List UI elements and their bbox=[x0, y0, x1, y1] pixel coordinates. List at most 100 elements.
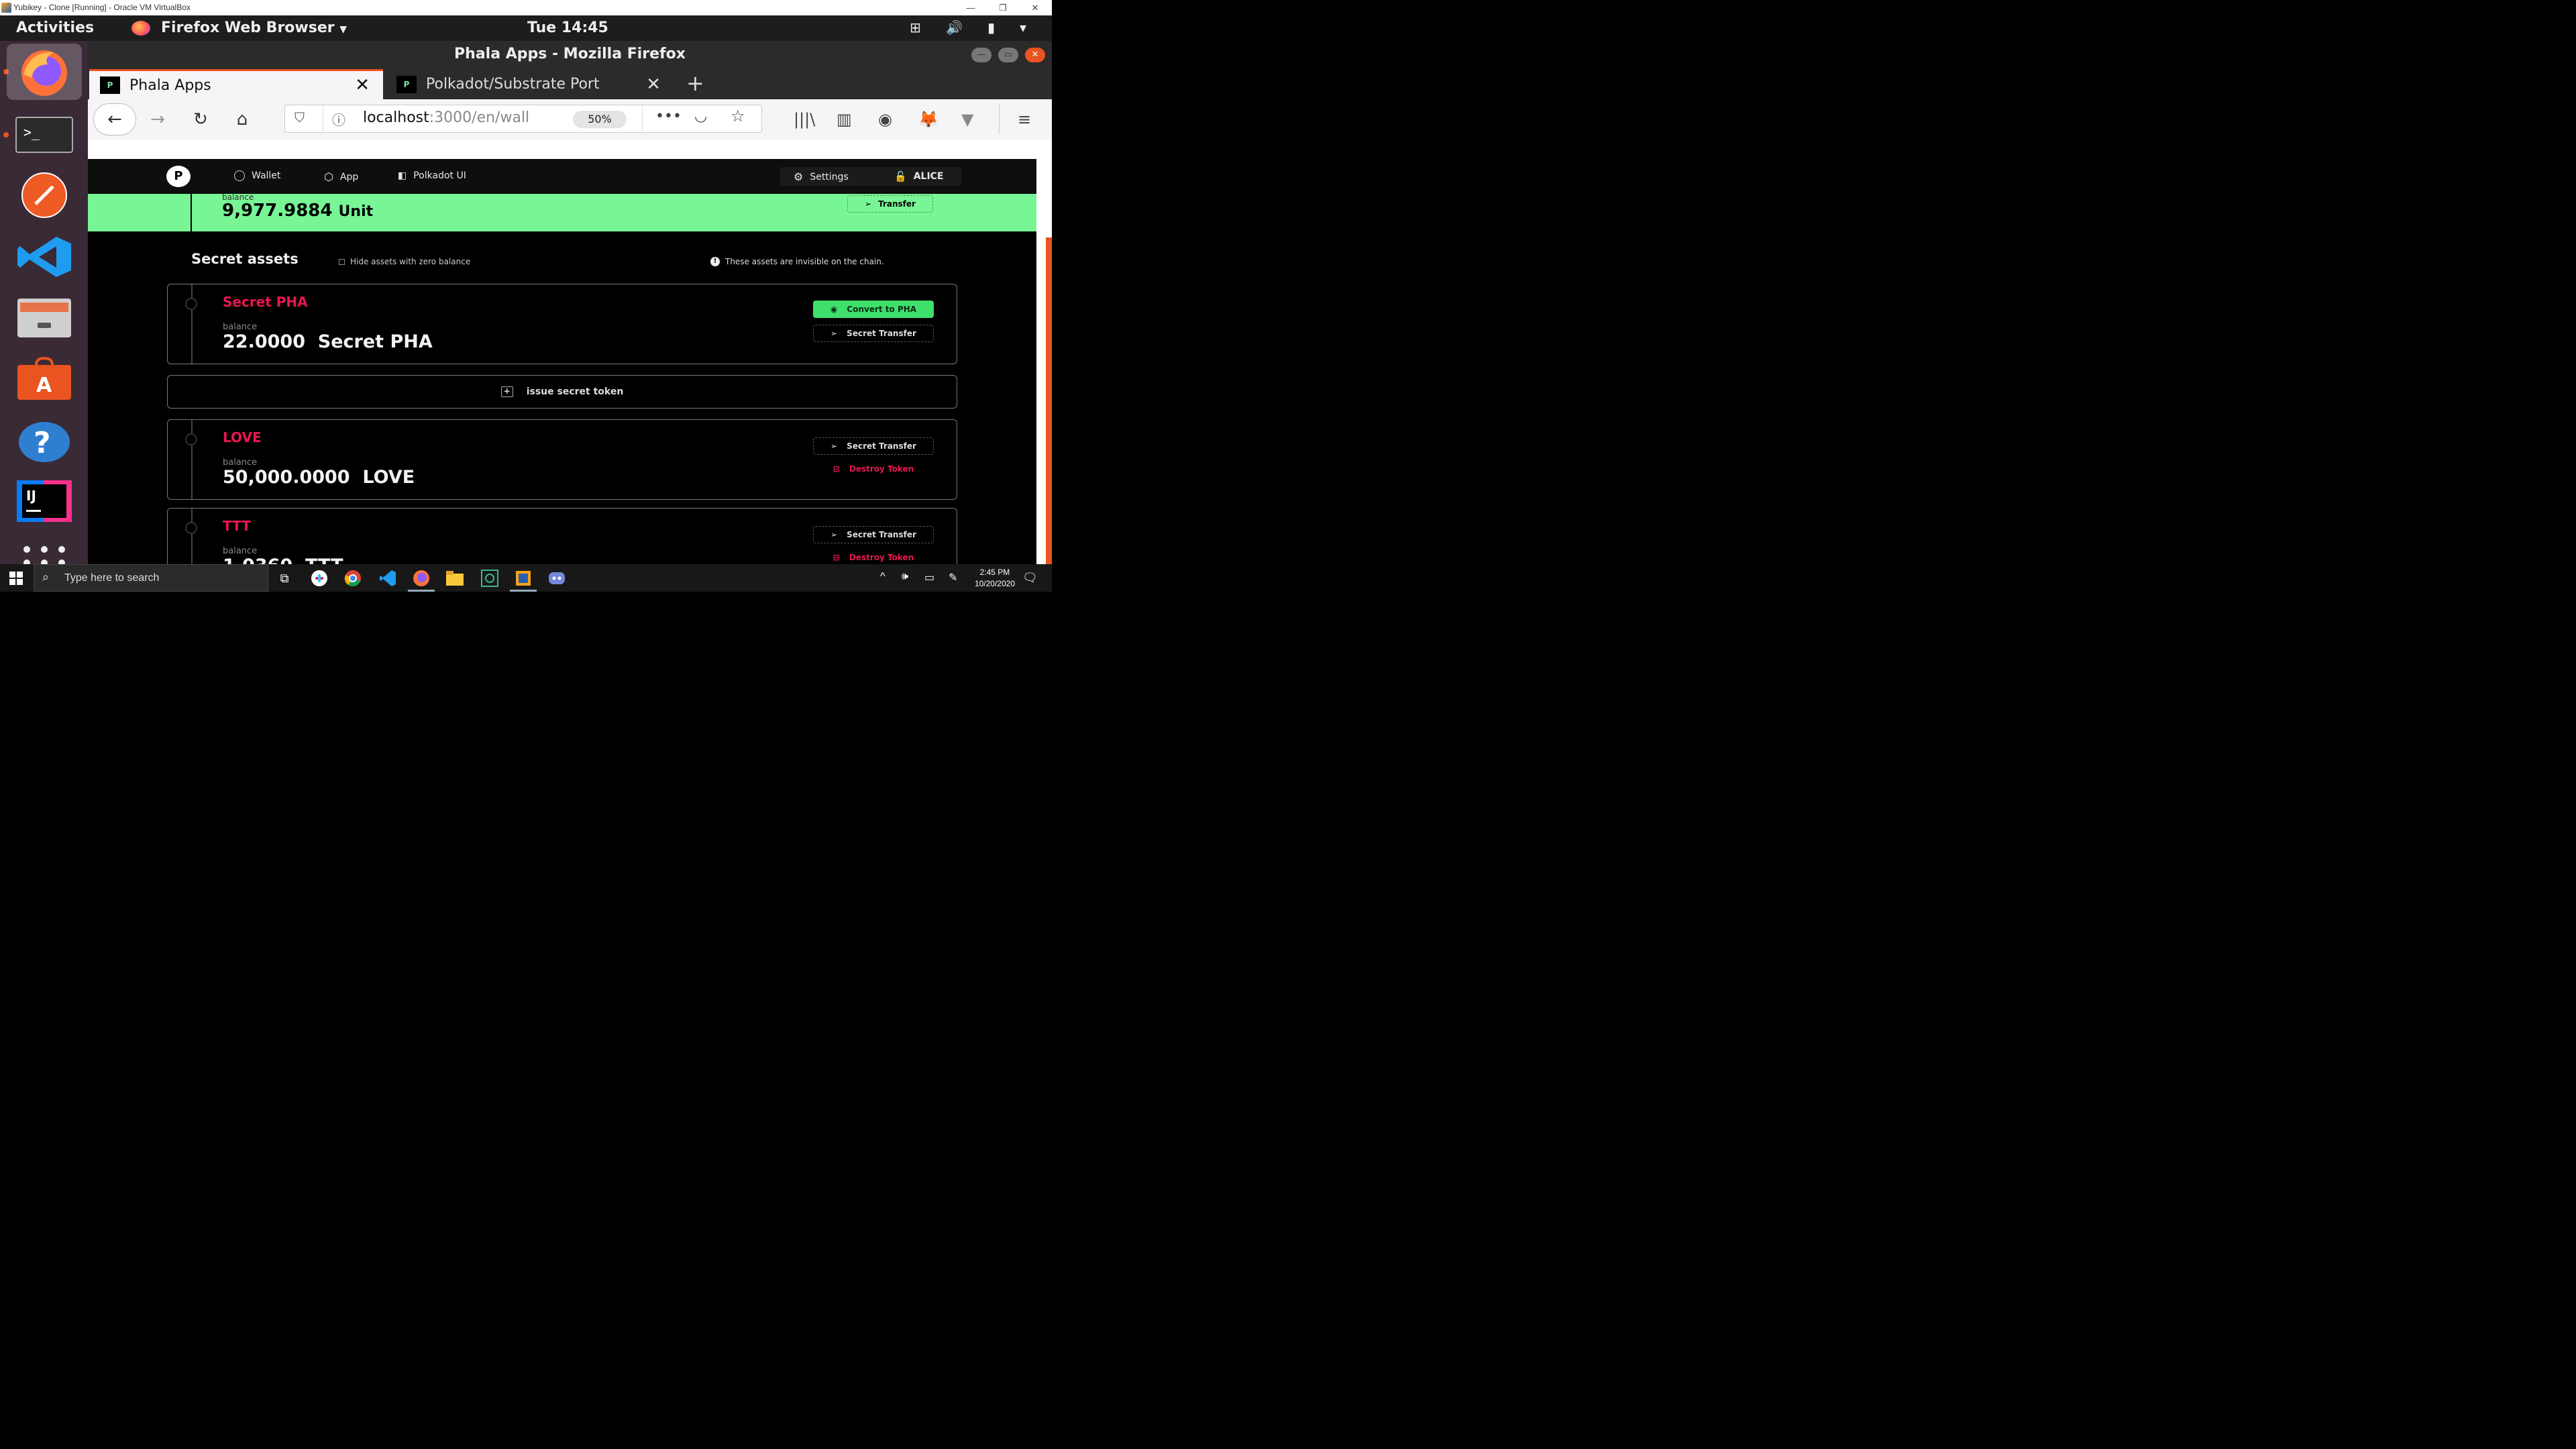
network-icon[interactable]: ▭ bbox=[924, 571, 934, 584]
volume-icon[interactable]: 🔊 bbox=[946, 19, 963, 36]
dock-firefox[interactable] bbox=[7, 44, 82, 100]
taskbar-time: 2:45 PM bbox=[979, 568, 1010, 577]
forward-icon[interactable]: → bbox=[144, 106, 171, 133]
app-icon[interactable] bbox=[478, 568, 502, 588]
account-icon[interactable]: ◉ bbox=[878, 110, 892, 129]
phala-logo[interactable]: P bbox=[166, 166, 191, 187]
nav-polkadot-ui[interactable]: ◧ Polkadot UI bbox=[398, 170, 466, 181]
back-icon[interactable]: ← bbox=[93, 103, 136, 136]
chrome-icon[interactable] bbox=[341, 568, 365, 588]
system-menu-icon[interactable]: ▾ bbox=[1020, 19, 1026, 36]
destroy-label: Destroy Token bbox=[849, 464, 914, 474]
transfer-button[interactable]: ➢ Transfer bbox=[847, 195, 933, 213]
volume-icon[interactable]: 🕪 bbox=[902, 571, 908, 583]
destroy-token-button[interactable]: ⊟ Destroy Token bbox=[813, 549, 934, 564]
virtualbox-titlebar: Yubikey - Clone [Running] - Oracle VM Vi… bbox=[0, 0, 1052, 15]
secret-transfer-button[interactable]: ➢ Secret Transfer bbox=[813, 526, 934, 543]
shield-icon[interactable]: ⛉ bbox=[294, 109, 305, 125]
send-icon: ➢ bbox=[830, 530, 838, 539]
reload-icon[interactable]: ↻ bbox=[187, 106, 214, 133]
extension-icon[interactable]: ▼ bbox=[961, 110, 973, 129]
hide-zero-toggle[interactable]: Hide assets with zero balance bbox=[339, 257, 470, 266]
dock-help[interactable]: ? bbox=[7, 414, 82, 470]
nav-wallet[interactable]: Wallet bbox=[234, 170, 280, 181]
svg-text:A: A bbox=[36, 374, 52, 397]
tab-polkadot[interactable]: P Polkadot/Substrate Port ✕ bbox=[386, 69, 677, 99]
settings-label: Settings bbox=[810, 171, 849, 182]
battery-icon[interactable]: ▮ bbox=[987, 19, 995, 36]
minimize-icon[interactable]: — bbox=[955, 1, 986, 15]
task-view-icon[interactable]: ⧉ bbox=[272, 568, 297, 588]
metamask-icon[interactable]: 🦊 bbox=[918, 110, 938, 129]
svg-text:>_: >_ bbox=[23, 124, 40, 140]
secret-transfer-button[interactable]: ➢ Secret Transfer bbox=[813, 325, 934, 342]
secret-transfer-button[interactable]: ➢ Secret Transfer bbox=[813, 437, 934, 455]
window-close-button[interactable]: ✕ bbox=[1025, 48, 1045, 62]
page-scrollbar[interactable] bbox=[1036, 159, 1052, 564]
dock-files[interactable] bbox=[7, 289, 82, 345]
pha-balance: 9,977.9884 Unit bbox=[222, 201, 373, 221]
tab-phala-apps[interactable]: P Phala Apps ✕ bbox=[89, 69, 383, 99]
issue-secret-token-button[interactable]: + issue secret token bbox=[167, 375, 957, 409]
dock-vscode[interactable] bbox=[7, 229, 82, 285]
postman-icon bbox=[21, 172, 67, 218]
ubuntu-clock[interactable]: Tue 14:45 bbox=[527, 19, 608, 36]
new-tab-icon[interactable]: + bbox=[686, 70, 704, 96]
show-apps-icon[interactable] bbox=[23, 545, 66, 566]
url-text[interactable]: localhost:3000/en/wall bbox=[363, 109, 529, 126]
hamburger-menu-icon[interactable]: ≡ bbox=[1018, 110, 1031, 129]
page-actions-icon[interactable]: ••• bbox=[655, 108, 682, 125]
account-button[interactable]: 🔓 ALICE bbox=[894, 170, 944, 182]
windows-start-icon[interactable] bbox=[9, 572, 23, 588]
pocket-icon[interactable]: ◡ bbox=[694, 108, 707, 125]
destroy-label: Destroy Token bbox=[849, 553, 914, 562]
window-maximize-button[interactable]: ▭ bbox=[998, 48, 1018, 62]
scrollbar-thumb[interactable] bbox=[1046, 237, 1052, 564]
discord-icon[interactable] bbox=[545, 568, 569, 588]
firefox-taskbar-icon[interactable] bbox=[409, 568, 433, 588]
zoom-level-badge[interactable]: 50% bbox=[573, 111, 627, 128]
dock-software[interactable]: A bbox=[7, 351, 82, 407]
chevron-up-icon[interactable]: ^ bbox=[880, 571, 885, 583]
info-icon[interactable]: ⓘ bbox=[332, 109, 345, 129]
invisible-info: ! These assets are invisible on the chai… bbox=[710, 257, 884, 266]
slack-icon[interactable] bbox=[307, 568, 331, 588]
wallet-icon bbox=[234, 170, 245, 181]
phala-favicon-icon: P bbox=[100, 76, 120, 94]
close-icon[interactable]: ✕ bbox=[1020, 1, 1051, 15]
restore-icon[interactable]: ❐ bbox=[987, 1, 1018, 15]
network-icon[interactable]: ⊞ bbox=[910, 19, 921, 36]
url-host: localhost bbox=[363, 109, 429, 126]
taskbar-clock[interactable]: 2:45 PM 10/20/2020 bbox=[975, 567, 1015, 590]
checkbox[interactable] bbox=[339, 258, 345, 265]
home-icon[interactable]: ⌂ bbox=[229, 106, 256, 133]
timeline-dot bbox=[185, 298, 197, 310]
tab-label: Polkadot/Substrate Port bbox=[426, 76, 600, 93]
nav-app[interactable]: ⬡ App bbox=[324, 170, 358, 183]
settings-button[interactable]: ⚙ Settings bbox=[794, 170, 849, 183]
tab-strip: P Phala Apps ✕ P Polkadot/Substrate Port… bbox=[88, 68, 1052, 99]
sidebar-icon[interactable]: ▥ bbox=[837, 110, 852, 129]
convert-to-pha-button[interactable]: ◉ Convert to PHA bbox=[813, 301, 934, 318]
window-minimize-button[interactable]: — bbox=[971, 48, 991, 62]
gear-icon: ⚙ bbox=[794, 170, 804, 183]
active-app-indicator bbox=[408, 590, 435, 592]
notifications-icon[interactable]: 🗨 bbox=[1022, 571, 1038, 585]
taskbar-search[interactable]: ⌕ Type here to search bbox=[34, 564, 268, 592]
tab-close-icon[interactable]: ✕ bbox=[355, 75, 370, 95]
dock-intellij[interactable]: IJ bbox=[7, 473, 82, 529]
library-icon[interactable]: |||\ bbox=[794, 110, 815, 129]
dock-postman[interactable] bbox=[7, 167, 82, 223]
destroy-token-button[interactable]: ⊟ Destroy Token bbox=[813, 460, 934, 478]
virtualbox-taskbar-icon[interactable] bbox=[511, 568, 535, 588]
tab-close-icon[interactable]: ✕ bbox=[646, 74, 661, 95]
app-menu[interactable]: Firefox Web Browser ▼ bbox=[161, 19, 347, 36]
pen-icon[interactable]: ✎ bbox=[949, 571, 957, 584]
file-explorer-icon[interactable] bbox=[443, 568, 467, 588]
url-bar[interactable]: ⛉ ⓘ localhost:3000/en/wall 50% ••• ◡ ☆ bbox=[284, 105, 762, 133]
vscode-taskbar-icon[interactable] bbox=[376, 568, 400, 588]
dock-terminal[interactable]: >_ bbox=[7, 107, 82, 163]
cube-icon: ⬡ bbox=[324, 170, 333, 183]
bookmark-star-icon[interactable]: ☆ bbox=[731, 107, 745, 125]
activities-button[interactable]: Activities bbox=[16, 19, 94, 36]
